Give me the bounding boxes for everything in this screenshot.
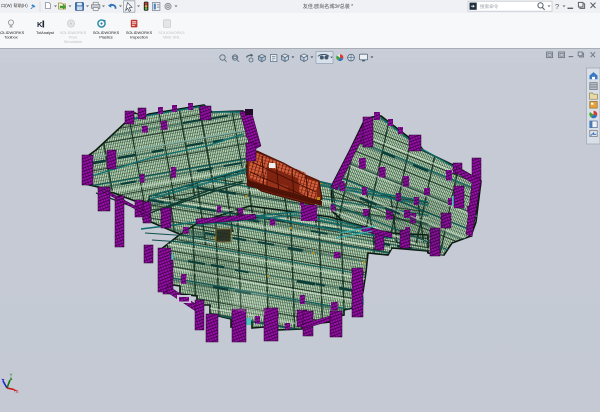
svg-text:Simulation: Simulation [64,39,82,44]
svg-text:搜索命令: 搜索命令 [480,3,499,10]
svg-text:?: ? [555,2,559,11]
svg-text:X: X [16,389,19,394]
svg-text:Toolbox: Toolbox [4,34,17,39]
svg-text:K: K [37,20,43,29]
svg-text:Plastics: Plastics [99,34,112,39]
svg-text:口(W): 口(W) [1,3,13,8]
svg-text:帮助(H): 帮助(H) [14,2,29,9]
svg-text:MBD SNL: MBD SNL [163,34,181,39]
svg-text:Y: Y [10,373,13,378]
svg-text:TolAnalyst: TolAnalyst [36,30,55,35]
svg-text:友佳.欧尚名城3#总装 *: 友佳.欧尚名城3#总装 * [303,3,353,10]
svg-text:Inspection: Inspection [130,34,148,39]
